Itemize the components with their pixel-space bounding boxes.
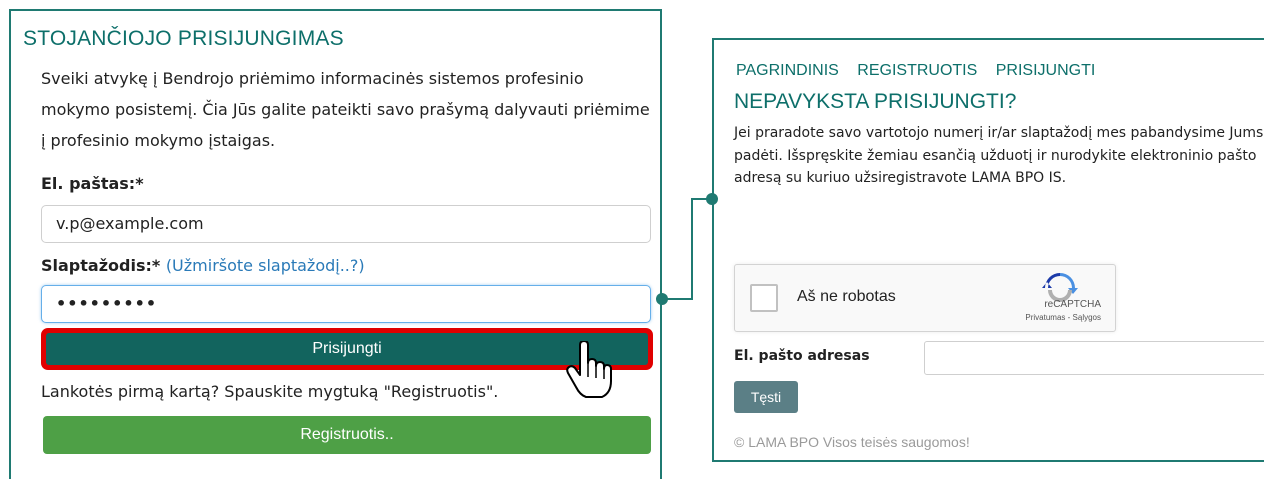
- email-field[interactable]: v.p@example.com: [41, 205, 651, 243]
- password-field[interactable]: •••••••••: [41, 285, 651, 323]
- login-intro: Sveiki atvykę į Bendrojo priėmimo inform…: [41, 69, 650, 150]
- recovery-email-label: El. pašto adresas: [734, 348, 870, 364]
- first-time-text: Lankotės pirmą kartą? Spauskite mygtuką …: [41, 382, 499, 401]
- hand-pointer-icon: [566, 341, 612, 398]
- login-button-highlight: Prisijungti: [41, 328, 653, 370]
- password-label-row: Slaptažodis:* (Užmiršote slaptažodį..?): [41, 256, 365, 275]
- password-label: Slaptažodis:*: [41, 256, 161, 275]
- nav-home-link[interactable]: PAGRINDINIS: [736, 62, 839, 79]
- recaptcha-label: Aš ne robotas: [797, 288, 896, 305]
- login-button[interactable]: Prisijungti: [46, 333, 648, 365]
- top-nav: PAGRINDINIS REGISTRUOTIS PRISIJUNGTI: [736, 62, 1109, 80]
- register-button[interactable]: Registruotis..: [43, 416, 651, 454]
- nav-login-link[interactable]: PRISIJUNGTI: [996, 62, 1096, 79]
- footer-copyright: © LAMA BPO Visos teisės saugomos!: [734, 434, 970, 450]
- recaptcha-links[interactable]: Privatumas - Sąlygos: [1025, 313, 1101, 322]
- continue-button[interactable]: Tęsti: [734, 381, 798, 413]
- recaptcha-widget: Aš ne robotas reCAPTCHA Privatumas - Sąl…: [734, 264, 1116, 332]
- email-label: El. paštas:*: [41, 174, 144, 193]
- nav-register-link[interactable]: REGISTRUOTIS: [857, 62, 977, 79]
- login-panel: STOJANČIOJO PRISIJUNGIMAS Sveiki atvykę …: [9, 9, 662, 479]
- recovery-email-field[interactable]: [924, 341, 1264, 375]
- forgot-password-link[interactable]: (Užmiršote slaptažodį..?): [166, 256, 365, 275]
- recovery-text: Jei praradote savo vartotojo numerį ir/a…: [734, 125, 1264, 186]
- recaptcha-checkbox[interactable]: [750, 284, 778, 312]
- recovery-panel: PAGRINDINIS REGISTRUOTIS PRISIJUNGTI NEP…: [712, 38, 1264, 462]
- login-title: STOJANČIOJO PRISIJUNGIMAS: [23, 27, 344, 50]
- recaptcha-brand: reCAPTCHA: [1044, 299, 1101, 310]
- recovery-title: NEPAVYKSTA PRISIJUNGTI?: [734, 90, 1017, 113]
